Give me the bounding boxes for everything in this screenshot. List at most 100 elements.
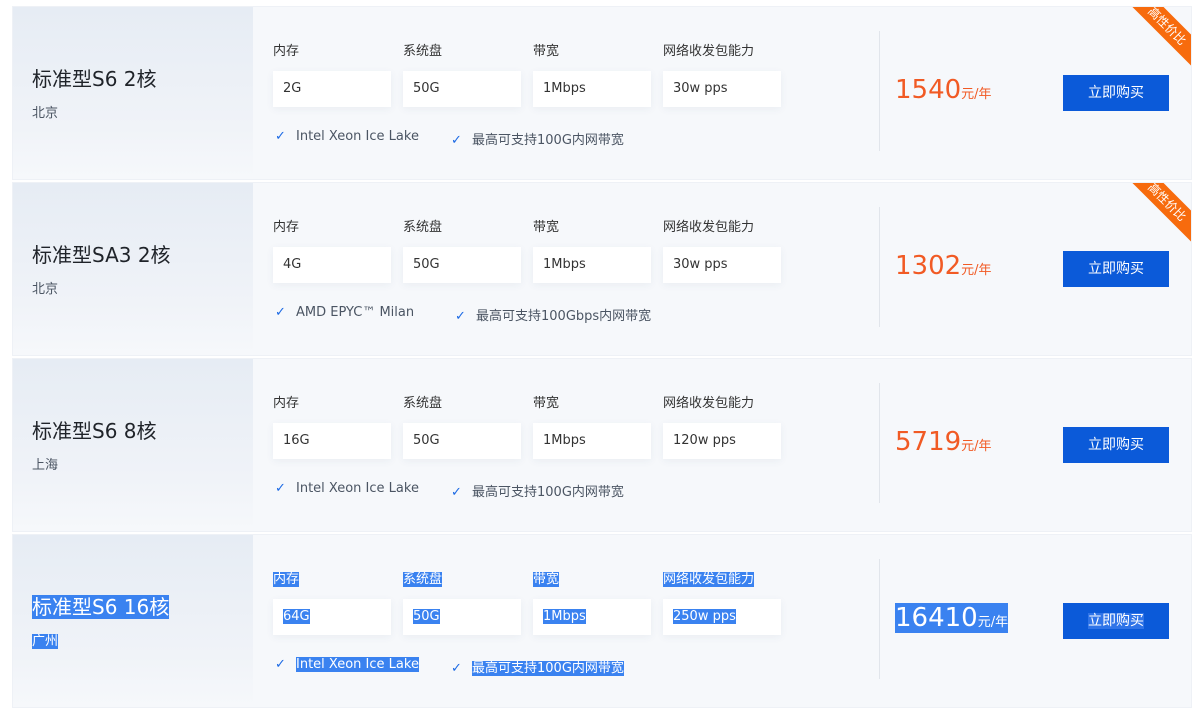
memory-label: 内存 bbox=[273, 44, 300, 59]
product-name-text: 标准型S6 16核 bbox=[32, 595, 170, 619]
bandwidth-value: 1Mbps bbox=[533, 247, 651, 283]
price-value: 16410 bbox=[895, 603, 978, 633]
feature-cpu: ✓ Intel Xeon Ice Lake bbox=[275, 657, 419, 672]
feature-text: 最高可支持100G内网带宽 bbox=[472, 661, 624, 676]
feature-network: ✓ 最高可支持100Gbps内网带宽 bbox=[455, 305, 651, 324]
divider bbox=[879, 559, 880, 679]
disk-label: 系统盘 bbox=[403, 220, 443, 235]
divider bbox=[879, 31, 880, 151]
feature-cpu: ✓ Intel Xeon Ice Lake bbox=[275, 129, 419, 144]
feature-text: Intel Xeon Ice Lake bbox=[296, 129, 419, 144]
check-icon: ✓ bbox=[451, 133, 462, 148]
spec-panel: 内存 系统盘 带宽 网络收发包能力 16G 50G 1Mbps 120w pps… bbox=[273, 359, 873, 531]
feature-network: ✓ 最高可支持100G内网带宽 bbox=[451, 657, 624, 676]
bandwidth-label: 带宽 bbox=[533, 396, 560, 411]
product-name: 标准型S6 16核 bbox=[32, 591, 170, 620]
spec-panel: 内存 系统盘 带宽 网络收发包能力 64G 50G 1Mbps 250w pps… bbox=[273, 535, 873, 707]
product-region: 北京 bbox=[32, 282, 59, 297]
memory-value: 16G bbox=[273, 423, 391, 459]
price: 1302元/年 bbox=[895, 251, 992, 281]
product-region: 上海 bbox=[32, 458, 59, 473]
memory-value: 64G bbox=[273, 599, 391, 635]
divider bbox=[879, 207, 880, 327]
feature-network: ✓ 最高可支持100G内网带宽 bbox=[451, 481, 624, 500]
pps-label: 网络收发包能力 bbox=[663, 44, 755, 59]
bandwidth-label: 带宽 bbox=[533, 44, 560, 59]
price-unit: 元/年 bbox=[961, 439, 992, 454]
memory-label: 内存 bbox=[273, 396, 300, 411]
pps-value: 30w pps bbox=[663, 71, 781, 107]
bandwidth-value: 1Mbps bbox=[533, 71, 651, 107]
price-value: 1302 bbox=[895, 251, 962, 281]
pps-value: 250w pps bbox=[663, 599, 781, 635]
memory-label: 内存 bbox=[273, 220, 300, 235]
check-icon: ✓ bbox=[451, 661, 462, 676]
product-card: 标准型SA3 2核 北京 内存 系统盘 带宽 网络收发包能力 4G 50G 1M… bbox=[13, 183, 1191, 355]
memory-value: 4G bbox=[273, 247, 391, 283]
value-badge: 高性价比 bbox=[1123, 7, 1191, 70]
bandwidth-label: 带宽 bbox=[533, 220, 560, 235]
check-icon: ✓ bbox=[455, 309, 466, 324]
memory-value-text: 64G bbox=[283, 609, 310, 624]
bandwidth-value: 1Mbps bbox=[533, 423, 651, 459]
pps-label: 网络收发包能力 bbox=[663, 568, 755, 587]
product-card: 标准型S6 2核 北京 内存 系统盘 带宽 网络收发包能力 2G 50G 1Mb… bbox=[13, 7, 1191, 179]
price-value: 5719 bbox=[895, 427, 962, 457]
disk-value: 50G bbox=[403, 71, 521, 107]
memory-label: 内存 bbox=[273, 568, 300, 587]
memory-label-text: 内存 bbox=[273, 572, 300, 587]
disk-value: 50G bbox=[403, 423, 521, 459]
price-unit: 元/年 bbox=[961, 87, 992, 102]
product-header: 标准型S6 16核 广州 bbox=[13, 535, 253, 707]
price-value: 1540 bbox=[895, 75, 962, 105]
check-icon: ✓ bbox=[451, 485, 462, 500]
product-name: 标准型S6 8核 bbox=[32, 419, 157, 443]
bandwidth-value-text: 1Mbps bbox=[543, 609, 586, 624]
disk-label: 系统盘 bbox=[403, 44, 443, 59]
product-region: 广州 bbox=[32, 630, 59, 649]
disk-label: 系统盘 bbox=[403, 396, 443, 411]
memory-value: 2G bbox=[273, 71, 391, 107]
check-icon: ✓ bbox=[275, 305, 286, 320]
feature-cpu: ✓ AMD EPYC™ Milan bbox=[275, 305, 414, 320]
disk-label-text: 系统盘 bbox=[403, 572, 443, 587]
feature-text: 最高可支持100G内网带宽 bbox=[472, 133, 624, 148]
product-header: 标准型SA3 2核 北京 bbox=[13, 183, 253, 355]
feature-text: Intel Xeon Ice Lake bbox=[296, 657, 419, 672]
spec-panel: 内存 系统盘 带宽 网络收发包能力 4G 50G 1Mbps 30w pps ✓… bbox=[273, 183, 873, 355]
price-unit: 元/年 bbox=[977, 615, 1009, 630]
price-unit: 元/年 bbox=[961, 263, 992, 278]
check-icon: ✓ bbox=[275, 129, 286, 144]
pps-label: 网络收发包能力 bbox=[663, 396, 755, 411]
pps-label-text: 网络收发包能力 bbox=[663, 572, 755, 587]
price: 1540元/年 bbox=[895, 75, 992, 105]
price: 16410元/年 bbox=[895, 603, 1009, 633]
price: 5719元/年 bbox=[895, 427, 992, 457]
feature-network: ✓ 最高可支持100G内网带宽 bbox=[451, 129, 624, 148]
disk-label: 系统盘 bbox=[403, 568, 443, 587]
product-name: 标准型S6 2核 bbox=[32, 67, 157, 91]
buy-button-text: 立即购买 bbox=[1088, 613, 1144, 629]
spec-panel: 内存 系统盘 带宽 网络收发包能力 2G 50G 1Mbps 30w pps ✓… bbox=[273, 7, 873, 179]
product-card: 标准型S6 16核 广州 内存 系统盘 带宽 网络收发包能力 64G 50G 1… bbox=[13, 535, 1191, 707]
buy-button[interactable]: 立即购买 bbox=[1063, 75, 1169, 111]
bandwidth-label-text: 带宽 bbox=[533, 572, 560, 587]
product-region-text: 广州 bbox=[32, 634, 59, 649]
product-header: 标准型S6 2核 北京 bbox=[13, 7, 253, 179]
feature-text: Intel Xeon Ice Lake bbox=[296, 481, 419, 496]
check-icon: ✓ bbox=[275, 657, 286, 672]
bandwidth-value: 1Mbps bbox=[533, 599, 651, 635]
disk-value: 50G bbox=[403, 247, 521, 283]
disk-value-text: 50G bbox=[413, 609, 440, 624]
buy-button[interactable]: 立即购买 bbox=[1063, 603, 1169, 639]
product-region: 北京 bbox=[32, 106, 59, 121]
buy-button[interactable]: 立即购买 bbox=[1063, 251, 1169, 287]
product-card: 标准型S6 8核 上海 内存 系统盘 带宽 网络收发包能力 16G 50G 1M… bbox=[13, 359, 1191, 531]
feature-cpu: ✓ Intel Xeon Ice Lake bbox=[275, 481, 419, 496]
feature-text: AMD EPYC™ Milan bbox=[296, 305, 415, 320]
pps-label: 网络收发包能力 bbox=[663, 220, 755, 235]
buy-button[interactable]: 立即购买 bbox=[1063, 427, 1169, 463]
bandwidth-label: 带宽 bbox=[533, 568, 560, 587]
product-header: 标准型S6 8核 上海 bbox=[13, 359, 253, 531]
feature-text: 最高可支持100G内网带宽 bbox=[472, 485, 624, 500]
